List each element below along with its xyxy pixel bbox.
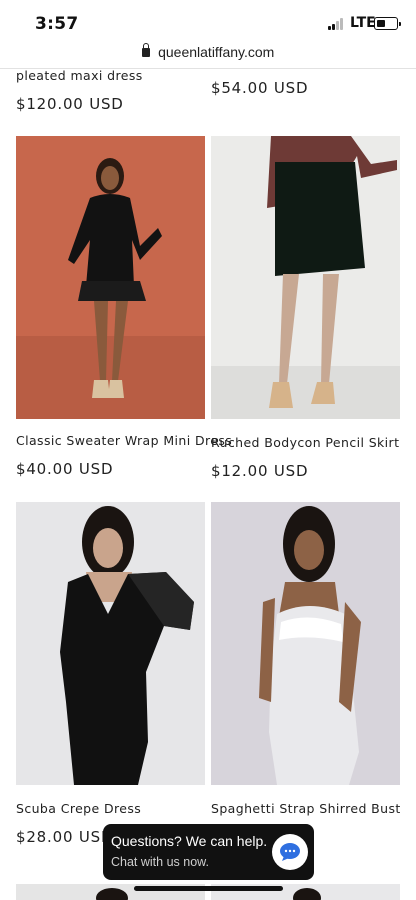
product-image-scuba-dress[interactable] xyxy=(16,502,205,785)
chat-bubble-icon xyxy=(280,843,300,861)
product-title[interactable]: pleated maxi dress xyxy=(16,68,143,83)
network-type: LTE xyxy=(350,15,376,31)
product-price: $40.00 USD xyxy=(16,460,114,478)
product-title[interactable]: Ruched Bodycon Pencil Skirt xyxy=(211,435,399,450)
chat-button[interactable] xyxy=(272,834,308,870)
status-time: 3:57 xyxy=(35,14,79,34)
product-image-pencil-skirt[interactable] xyxy=(211,136,400,419)
product-price: $12.00 USD xyxy=(211,462,309,480)
chat-title: Questions? We can help. xyxy=(111,833,268,849)
product-title[interactable]: Scuba Crepe Dress xyxy=(16,801,141,816)
url-text: queenlatiffany.com xyxy=(158,44,275,60)
product-image-satin-dress[interactable] xyxy=(211,502,400,785)
product-price: $28.00 USD xyxy=(16,828,114,846)
product-title[interactable]: Classic Sweater Wrap Mini Dress xyxy=(16,433,232,448)
url-bar[interactable]: queenlatiffany.com xyxy=(0,43,416,68)
product-price: $54.00 USD xyxy=(211,79,309,97)
battery-icon xyxy=(374,17,401,30)
product-image-wrap-dress[interactable] xyxy=(16,136,205,419)
signal-icon xyxy=(328,18,346,30)
lock-icon xyxy=(141,43,150,57)
chat-subtitle: Chat with us now. xyxy=(111,855,209,869)
chat-widget[interactable]: Questions? We can help. Chat with us now… xyxy=(103,824,314,880)
home-indicator[interactable] xyxy=(134,886,283,891)
product-price: $120.00 USD xyxy=(16,95,124,113)
product-title[interactable]: Spaghetti Strap Shirred Bust xyxy=(211,801,401,816)
status-bar: 3:57 LTE xyxy=(0,0,416,44)
